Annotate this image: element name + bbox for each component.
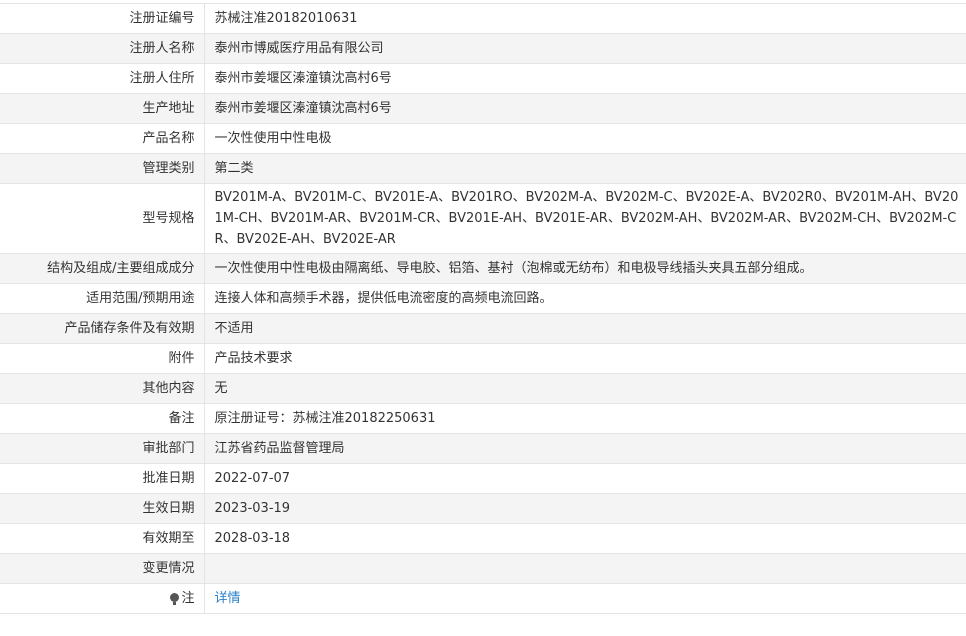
row-value: 泰州市博威医疗用品有限公司	[204, 33, 966, 64]
row-value: 2028-03-18	[214, 531, 291, 546]
row-intended-use: 适用范围/预期用途 连接人体和高频手术器，提供低电流密度的高频电流回路。	[0, 283, 966, 314]
row-product-name: 产品名称 一次性使用中性电极	[0, 123, 966, 154]
row-value: 连接人体和高频手术器，提供低电流密度的高频电流回路。	[214, 291, 553, 306]
row-production-address: 生产地址 泰州市姜堰区溱潼镇沈高村6号	[0, 93, 966, 124]
row-label: 审批部门	[0, 433, 205, 464]
note-value-cell: 详情	[204, 584, 966, 614]
row-label: 备注	[0, 403, 205, 434]
row-value: 泰州市姜堰区溱潼镇沈高村6号	[204, 93, 966, 124]
row-label: 注册证编号	[0, 3, 205, 34]
row-change-history: 变更情况	[0, 553, 966, 584]
row-value: 苏械注准20182010631	[214, 11, 358, 26]
row-storage-validity: 产品储存条件及有效期 不适用	[0, 313, 966, 344]
row-value	[204, 553, 966, 584]
row-value: 产品技术要求	[214, 351, 293, 366]
row-label: 附件	[0, 343, 205, 374]
row-label: 结构及组成/主要组成成分	[0, 253, 205, 284]
row-other-content: 其他内容 无	[0, 373, 966, 404]
row-label: 注册人名称	[0, 33, 205, 64]
row-value: BV201M-A、BV201M-C、BV201E-A、BV201RO、BV202…	[214, 190, 959, 247]
lightbulb-icon	[170, 593, 180, 605]
row-value: 无	[204, 373, 966, 404]
row-value: 2023-03-19	[204, 493, 966, 524]
row-label: 生效日期	[0, 493, 205, 524]
row-registrant-name: 注册人名称 泰州市博威医疗用品有限公司	[0, 33, 966, 64]
note-label: 注	[181, 591, 195, 606]
row-value: 第二类	[204, 153, 966, 184]
row-structure-composition: 结构及组成/主要组成成分 一次性使用中性电极由隔离纸、导电胶、铝箔、基衬（泡棉或…	[0, 253, 966, 284]
row-attachments: 附件 产品技术要求	[0, 343, 966, 374]
row-value: 江苏省药品监督管理局	[204, 433, 966, 464]
row-registrant-address: 注册人住所 泰州市姜堰区溱潼镇沈高村6号	[0, 63, 966, 94]
row-label: 产品名称	[0, 123, 205, 154]
row-label: 生产地址	[0, 93, 205, 124]
row-remarks: 备注 原注册证号：苏械注准20182250631	[0, 403, 966, 434]
row-value: 泰州市姜堰区溱潼镇沈高村6号	[214, 71, 392, 86]
row-label: 变更情况	[0, 553, 205, 584]
row-label: 其他内容	[0, 373, 205, 404]
row-valid-until: 有效期至 2028-03-18	[0, 523, 966, 554]
row-approval-date: 批准日期 2022-07-07	[0, 463, 966, 494]
details-link[interactable]: 详情	[215, 591, 241, 606]
row-value: 一次性使用中性电极由隔离纸、导电胶、铝箔、基衬（泡棉或无纺布）和电极导线插头夹具…	[204, 253, 966, 284]
row-model-spec: 型号规格 BV201M-A、BV201M-C、BV201E-A、BV201RO、…	[0, 183, 966, 254]
row-label: 注册人住所	[0, 63, 205, 94]
row-registration-number: 注册证编号 苏械注准20182010631	[0, 3, 966, 34]
row-label: 批准日期	[0, 463, 205, 494]
registration-detail-table: 注册证编号 苏械注准20182010631 注册人名称 泰州市博威医疗用品有限公…	[0, 3, 966, 614]
row-note: 注 详情	[0, 583, 966, 614]
row-value: 原注册证号：苏械注准20182250631	[214, 411, 436, 426]
row-effective-date: 生效日期 2023-03-19	[0, 493, 966, 524]
row-value: 不适用	[204, 313, 966, 344]
row-value: 一次性使用中性电极	[214, 131, 332, 146]
row-label: 适用范围/预期用途	[0, 283, 205, 314]
note-label-cell: 注	[0, 583, 205, 614]
row-approval-department: 审批部门 江苏省药品监督管理局	[0, 433, 966, 464]
row-value: 2022-07-07	[214, 471, 291, 486]
row-label: 管理类别	[0, 153, 205, 184]
row-label: 型号规格	[0, 183, 205, 254]
row-management-category: 管理类别 第二类	[0, 153, 966, 184]
row-label: 产品储存条件及有效期	[0, 313, 205, 344]
row-label: 有效期至	[0, 523, 205, 554]
